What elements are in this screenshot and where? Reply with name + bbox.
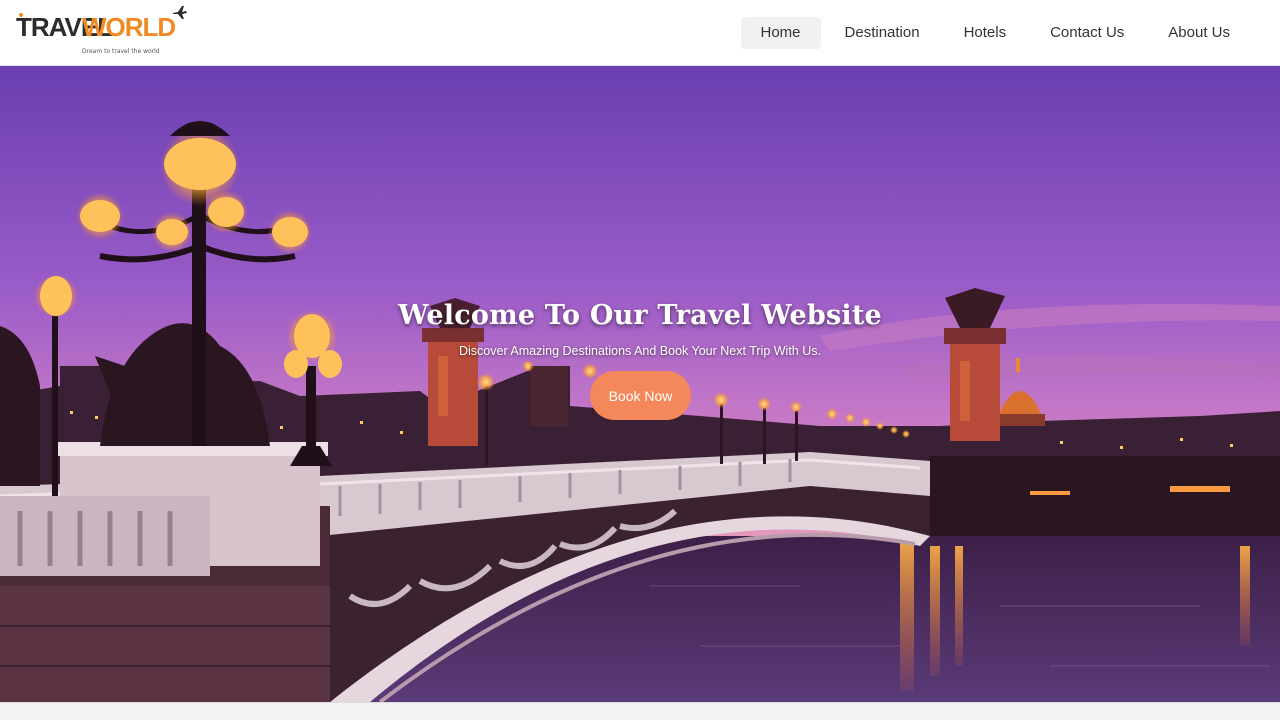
book-now-button[interactable]: Book Now	[590, 371, 691, 420]
logo-tagline: Dream to travel the world	[82, 48, 160, 55]
nav-item-contact-us[interactable]: Contact Us	[1030, 17, 1144, 49]
logo-dot	[19, 13, 23, 17]
airplane-icon	[173, 6, 187, 19]
hero-subtitle: Discover Amazing Destinations And Book Y…	[459, 344, 821, 358]
logo-text-world: WORLD	[82, 12, 176, 42]
nav-item-destination[interactable]: Destination	[825, 17, 940, 49]
hero-section: Welcome To Our Travel Website Discover A…	[0, 66, 1280, 702]
hero-title: Welcome To Our Travel Website	[398, 300, 882, 331]
main-nav: Home Destination Hotels Contact Us About…	[740, 17, 1251, 49]
nav-item-hotels[interactable]: Hotels	[944, 17, 1027, 49]
nav-item-about-us[interactable]: About Us	[1148, 17, 1250, 49]
page-bottom-edge	[0, 702, 1280, 720]
brand-logo[interactable]: TRAVEL WORLD Dream to travel the world	[16, 4, 206, 60]
nav-item-home[interactable]: Home	[740, 17, 821, 49]
site-header: TRAVEL WORLD Dream to travel the world H…	[0, 0, 1280, 66]
